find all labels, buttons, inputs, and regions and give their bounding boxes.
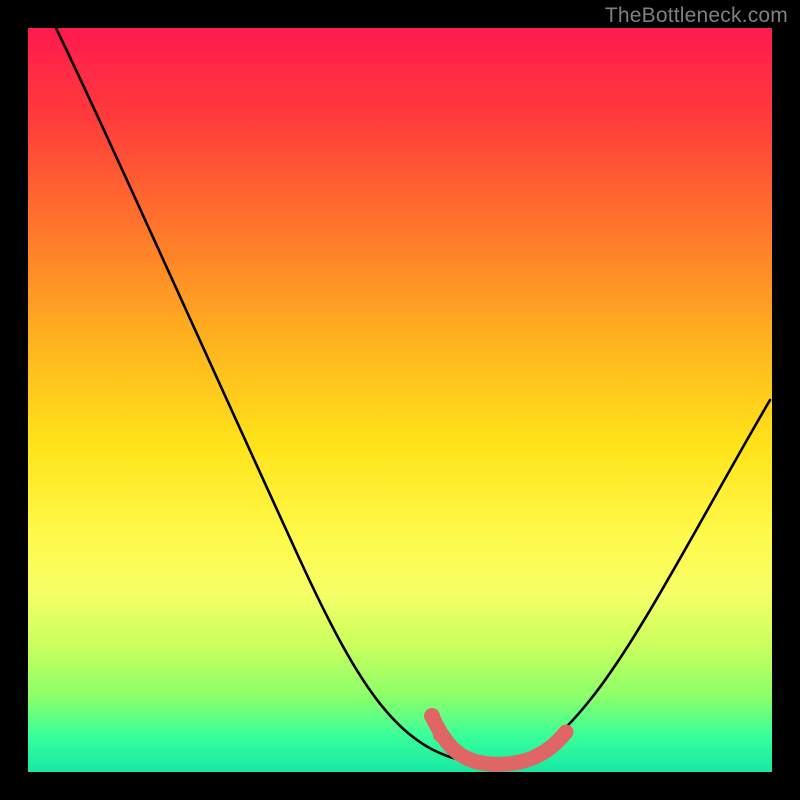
gradient-background <box>28 28 772 772</box>
chart-stage: TheBottleneck.com <box>0 0 800 800</box>
watermark-label: TheBottleneck.com <box>605 4 788 28</box>
